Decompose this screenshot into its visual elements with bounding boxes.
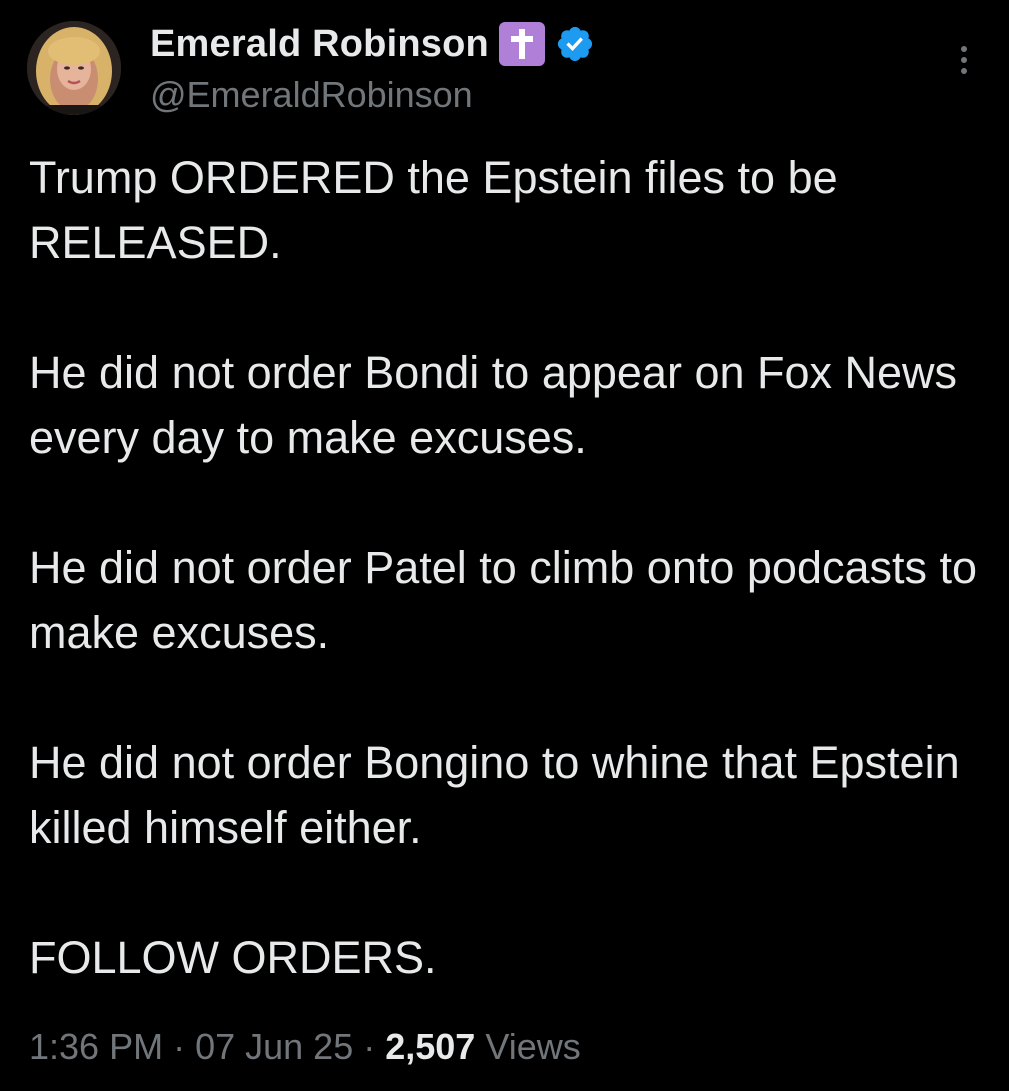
tweet-paragraph: He did not order Bongino to whine that E…	[29, 737, 960, 853]
tweet-text: Trump ORDERED the Epstein files to be RE…	[29, 145, 989, 990]
views-count: 2,507	[385, 1026, 476, 1067]
tweet: Emerald Robinson @EmeraldRobinson Trump …	[0, 0, 1009, 1091]
verified-badge-icon	[557, 26, 593, 62]
tweet-paragraph: He did not order Bondi to appear on Fox …	[29, 347, 958, 463]
tweet-meta: 1:36 PM · 07 Jun 25 · 2,507 Views	[29, 1022, 581, 1072]
tweet-time[interactable]: 1:36 PM	[29, 1026, 163, 1067]
avatar[interactable]	[27, 21, 121, 115]
tweet-paragraph: Trump ORDERED the Epstein files to be RE…	[29, 152, 838, 268]
meta-separator: ·	[353, 1026, 386, 1067]
more-dot	[961, 68, 967, 74]
latin-cross-emoji-icon	[498, 22, 545, 66]
tweet-date[interactable]: 07 Jun 25	[195, 1026, 353, 1067]
author-name-row: Emerald Robinson	[150, 20, 595, 68]
more-dot	[961, 57, 967, 63]
views-label: Views	[485, 1026, 581, 1067]
meta-separator: ·	[163, 1026, 196, 1067]
author-handle[interactable]: @EmeraldRobinson	[150, 74, 473, 116]
more-dot	[961, 46, 967, 52]
author-display-name[interactable]: Emerald Robinson	[150, 23, 489, 66]
avatar-image	[27, 21, 121, 115]
tweet-paragraph: FOLLOW ORDERS.	[29, 932, 437, 983]
more-options-icon[interactable]	[946, 40, 982, 80]
tweet-paragraph: He did not order Patel to climb onto pod…	[29, 542, 978, 658]
